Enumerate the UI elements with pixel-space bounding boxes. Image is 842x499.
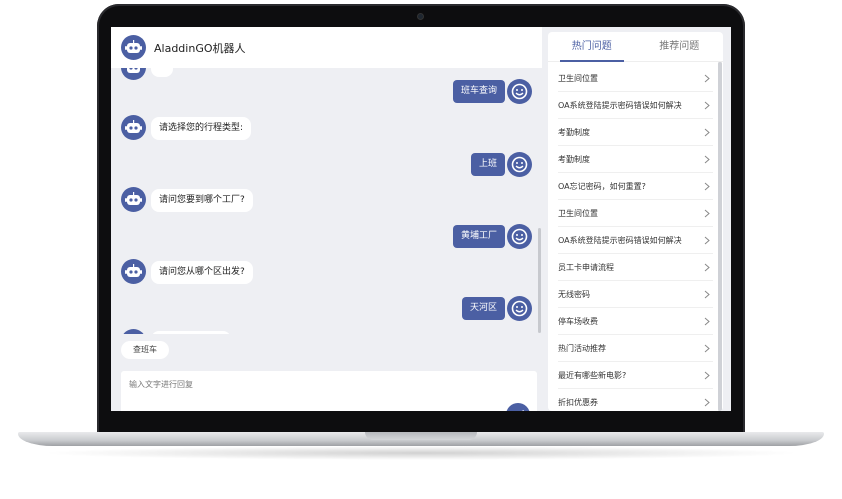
robot-icon [121,68,146,80]
faq-panel: 热门问题 推荐问题 卫生间位置 OA系统登陆提示密码错误如何解决 考勤制度 考勤… [548,32,723,411]
robot-icon [121,35,146,60]
chat-scrollbar[interactable] [538,228,541,333]
question-item[interactable]: 考勤制度 [558,119,713,146]
question-item[interactable]: 停车场收费 [558,308,713,335]
laptop-base-notch [365,432,477,440]
chevron-right-icon [704,371,710,380]
message-bubble-bot [151,68,173,77]
screen: AladdinGO机器人 班车查询 请选择您的行程类型: 上班 请问您要到哪个工… [111,27,731,411]
question-item[interactable]: 热门活动推荐 [558,335,713,362]
message-bubble-bot: 请问您要到哪个工厂? [151,189,253,212]
chevron-right-icon [704,128,710,137]
chevron-right-icon [704,101,710,110]
tab-recommended-questions[interactable]: 推荐问题 [636,32,724,61]
camera-icon [418,14,423,19]
question-item[interactable]: OA忘记密码，如何重置? [558,173,713,200]
smiley-icon [507,224,532,249]
question-item[interactable]: 卫生间位置 [558,65,713,92]
question-item[interactable]: 折扣优惠券 [558,389,713,411]
robot-icon [121,187,146,212]
robot-icon [121,115,146,140]
chevron-right-icon [704,398,710,407]
message-bubble-user: 上班 [470,153,505,176]
chevron-right-icon [704,74,710,83]
quick-reply-button[interactable]: 查班车 [121,341,169,359]
chevron-right-icon [704,236,710,245]
chat-panel: AladdinGO机器人 班车查询 请选择您的行程类型: 上班 请问您要到哪个工… [111,27,542,411]
window-title: AladdinGO机器人 [154,41,246,55]
tab-hot-questions[interactable]: 热门问题 [548,32,636,62]
robot-icon [121,259,146,284]
faq-scrollbar-thumb[interactable] [718,62,722,411]
chevron-right-icon [704,317,710,326]
send-icon[interactable] [506,403,530,411]
question-item[interactable]: 最近有哪些新电影? [558,362,713,389]
chevron-right-icon [704,290,710,299]
message-bubble-bot: 请选择您的行程类型: [151,117,252,140]
chevron-right-icon [704,155,710,164]
question-item[interactable]: OA系统登陆提示密码错误如何解决 [558,227,713,254]
chevron-right-icon [704,263,710,272]
chat-header: AladdinGO机器人 [111,27,542,68]
chevron-right-icon [704,344,710,353]
smiley-icon [507,152,532,177]
message-bubble-user: 天河区 [461,297,505,320]
faq-tabs: 热门问题 推荐问题 [548,32,723,62]
chevron-right-icon [704,182,710,191]
question-item[interactable]: 卫生间位置 [558,200,713,227]
chevron-right-icon [704,209,710,218]
laptop-shadow [40,446,802,460]
question-item[interactable]: OA系统登陆提示密码错误如何解决 [558,92,713,119]
message-bubble-user: 黄埔工厂 [452,225,505,248]
message-bubble-bot [151,331,231,334]
robot-icon [121,329,146,334]
message-list: 班车查询 请选择您的行程类型: 上班 请问您要到哪个工厂? 黄埔工厂 请问您从哪… [111,68,542,334]
question-item[interactable]: 考勤制度 [558,146,713,173]
faq-scrollbar-track[interactable] [718,62,722,411]
question-item[interactable]: 无线密码 [558,281,713,308]
message-input[interactable] [121,371,537,411]
message-bubble-bot: 请问您从哪个区出发? [151,261,253,284]
smiley-icon [507,79,532,104]
question-item[interactable]: 员工卡申请流程 [558,254,713,281]
smiley-icon [507,296,532,321]
message-bubble-user: 班车查询 [452,80,505,103]
question-list: 卫生间位置 OA系统登陆提示密码错误如何解决 考勤制度 考勤制度 OA忘记密码，… [548,65,718,411]
